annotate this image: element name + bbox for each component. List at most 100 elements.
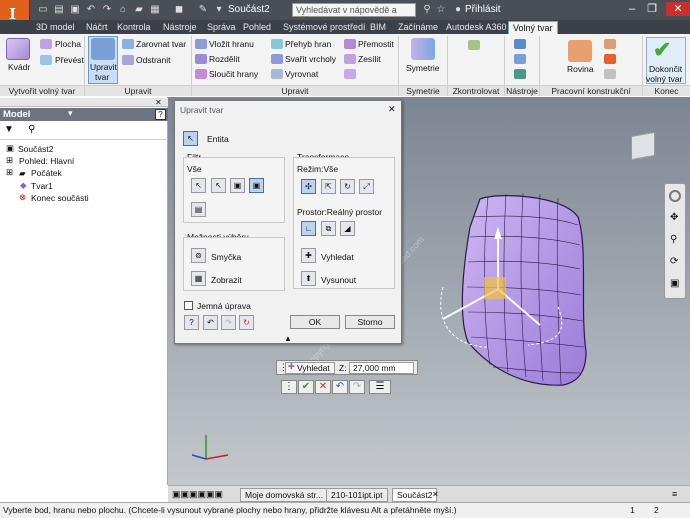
reset-icon[interactable]: ↻ [239, 315, 254, 330]
align-form-button[interactable]: Zarovnat tvar [136, 39, 186, 49]
check-icon[interactable] [468, 40, 480, 50]
dialog-close-icon[interactable]: ✕ [388, 104, 396, 115]
symmetry-button[interactable]: Symetrie [406, 63, 440, 73]
plane-workfeature-button[interactable]: Rovina [567, 64, 593, 74]
tab-view[interactable]: Pohled [243, 21, 271, 34]
delete-button[interactable]: Odstranit [136, 55, 171, 65]
tool-icon-2[interactable] [514, 54, 526, 64]
redo-icon[interactable]: ↷ [349, 380, 365, 394]
new-icon[interactable]: ▭ [36, 3, 50, 16]
loop-icon[interactable]: ⊚ [191, 248, 206, 263]
rotate-icon[interactable]: ↻ [340, 179, 355, 194]
bridge-button[interactable]: Přemostit [358, 39, 394, 49]
find-icon[interactable]: ⚲ [28, 124, 35, 135]
z-value-input[interactable]: 27,000 mm [349, 362, 414, 374]
look-at-icon[interactable]: ▣ [670, 278, 679, 289]
tab-manage[interactable]: Správa [207, 21, 236, 34]
soft-modification-checkbox[interactable] [184, 301, 193, 310]
extrude-button[interactable]: Vysunout [321, 275, 356, 285]
loop-button[interactable]: Smyčka [211, 252, 241, 262]
tab-tools[interactable]: Nástroje [163, 21, 197, 34]
sign-in-button[interactable]: Přihlásit [465, 4, 501, 15]
subdivide-icon[interactable] [195, 54, 207, 64]
convert-icon[interactable] [40, 55, 52, 65]
doctab-close-icon[interactable]: ✕ [432, 490, 439, 499]
tab-environments[interactable]: Systémové prostředí [283, 21, 366, 34]
tree-item-origin[interactable]: Počátek [31, 168, 62, 178]
view-space-icon[interactable]: ⧉ [321, 221, 336, 236]
options-dropdown-icon[interactable]: ☰ [369, 380, 391, 394]
extra-tool-icon[interactable] [344, 69, 356, 79]
help-icon[interactable]: ? [155, 109, 166, 120]
tab-a360[interactable]: Autodesk A360 [446, 21, 507, 34]
tree-item-form[interactable]: Tvar1 [31, 181, 53, 191]
flatten-icon[interactable] [271, 69, 283, 79]
navigation-bar[interactable]: ✥ ⚲ ⟳ ▣ [664, 183, 686, 299]
subdivide-button[interactable]: Rozdělit [209, 54, 240, 64]
undo-icon[interactable]: ↶ [203, 315, 218, 330]
filter-body-icon[interactable]: ▤ [191, 202, 206, 217]
filter-face-icon[interactable]: ▣ [230, 178, 245, 193]
transform-all-icon[interactable]: ✣ [301, 179, 316, 194]
doctab-part[interactable]: 210-101ipt.ipt [326, 488, 388, 502]
locate-button[interactable]: Vyhledat [321, 252, 354, 262]
home-icon[interactable]: ⌂ [116, 3, 130, 16]
weld-vertices-button[interactable]: Svařit vrcholy [285, 54, 336, 64]
convert-button[interactable]: Převést [55, 55, 84, 65]
tree-expand-icon[interactable]: ⊞ [6, 167, 13, 178]
tool-icon-3[interactable] [514, 69, 526, 79]
tab-bim[interactable]: BIM [370, 21, 386, 34]
tree-item-view[interactable]: Pohled: Hlavní [19, 156, 74, 166]
symmetry-icon[interactable] [411, 38, 435, 60]
extrude-icon[interactable]: ⬆ [301, 271, 316, 286]
translate-icon[interactable]: ⇱ [321, 179, 336, 194]
save-icon[interactable]: ▣ [68, 3, 82, 16]
steering-wheel-icon[interactable] [669, 190, 681, 202]
material-selector[interactable]: ◼ [172, 3, 186, 16]
box-button[interactable]: Kvádr [8, 62, 30, 72]
model-dropdown-icon[interactable]: ▾ [68, 108, 73, 119]
tree-item-end[interactable]: Konec součásti [31, 193, 89, 203]
plane-icon[interactable] [40, 39, 52, 49]
delete-icon[interactable] [122, 55, 134, 65]
local-space-icon[interactable]: ◢ [340, 221, 355, 236]
cancel-icon[interactable]: ✕ [315, 380, 331, 394]
apply-icon[interactable]: ✔ [298, 380, 314, 394]
crease-edges-icon[interactable] [271, 39, 283, 49]
collapse-arrow-icon[interactable]: ▲ [284, 334, 292, 343]
filter-all-icon[interactable]: ▣ [249, 178, 264, 193]
scale-icon[interactable]: ⤢ [359, 179, 374, 194]
tree-expand-icon[interactable]: ⊞ [6, 155, 13, 166]
tab-freeform[interactable]: Volný tvar [508, 21, 558, 34]
mini-grip-icon[interactable]: ⋮ [281, 380, 297, 394]
ucs-icon[interactable] [604, 69, 616, 79]
doctab-menu-icon[interactable]: ≡ [672, 489, 677, 499]
cancel-button[interactable]: Storno [345, 315, 395, 329]
help-icon[interactable]: ? [184, 315, 199, 330]
bridge-icon[interactable] [344, 39, 356, 49]
tree-item-part[interactable]: Součást2 [18, 144, 53, 154]
open-icon[interactable]: ▤ [52, 3, 66, 16]
world-space-icon[interactable]: ∟ [301, 221, 316, 236]
undo-icon[interactable]: ↶ [332, 380, 348, 394]
entity-select-button[interactable]: ↖ [183, 131, 198, 146]
minimize-button[interactable]: – [624, 2, 640, 16]
show-button[interactable]: Zobrazit [211, 275, 242, 285]
tab-3d-model[interactable]: 3D model [36, 21, 75, 34]
insert-edge-icon[interactable] [195, 39, 207, 49]
doctab-current[interactable]: Součást2 [392, 488, 438, 502]
insert-edge-button[interactable]: Vložit hranu [209, 39, 254, 49]
manipulator-plane[interactable] [484, 277, 506, 299]
binoculars-icon[interactable]: ⚲ [420, 3, 434, 16]
dropdown-icon[interactable]: ▾ [212, 3, 226, 16]
close-icon[interactable]: ✕ [155, 98, 162, 107]
locate-icon[interactable]: ✚ [301, 248, 316, 263]
plane-workfeature-icon[interactable] [568, 40, 592, 62]
tab-inspect[interactable]: Kontrola [117, 21, 151, 34]
axis-icon[interactable] [604, 39, 616, 49]
undo-icon[interactable]: ↶ [84, 3, 98, 16]
filter-vertex-icon[interactable]: ↖ [191, 178, 206, 193]
star-icon[interactable]: ☆ [434, 3, 448, 16]
point-icon[interactable] [604, 54, 616, 64]
show-icon[interactable]: ▦ [191, 271, 206, 286]
